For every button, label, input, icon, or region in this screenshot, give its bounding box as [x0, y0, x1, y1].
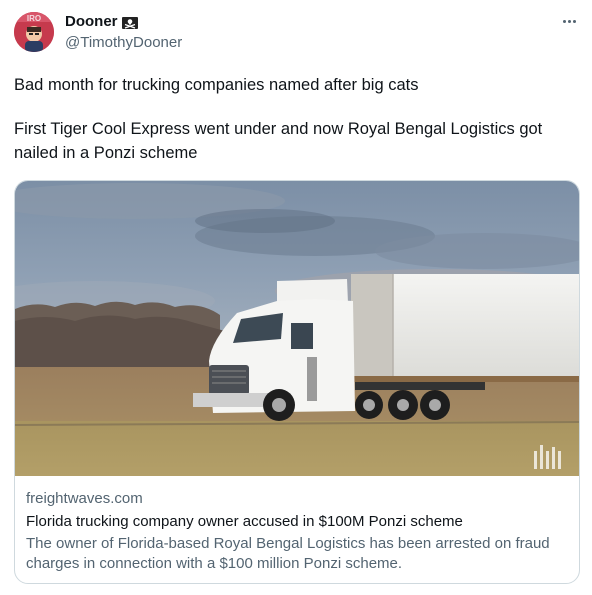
more-dots-icon [567, 19, 571, 23]
avatar[interactable]: IRO [14, 12, 54, 52]
card-info: freightwaves.com Florida trucking compan… [26, 490, 571, 574]
tweet: IRO Dooner @TimothyDooner Bad month for … [0, 0, 592, 595]
card-domain: freightwaves.com [26, 490, 143, 507]
author-display-name[interactable]: Dooner [65, 13, 118, 31]
pirate-flag-icon [121, 16, 138, 29]
semi-truck-photo[interactable] [15, 181, 579, 476]
author-handle[interactable]: @TimothyDooner [65, 34, 182, 52]
more-dots-icon [562, 19, 566, 23]
card-description: The owner of Florida-based Royal Bengal … [26, 535, 550, 572]
link-preview-card[interactable]: freightwaves.com Florida trucking compan… [14, 180, 580, 584]
more-dots-icon [572, 19, 576, 23]
author-name-row: Dooner [65, 13, 138, 31]
card-title: Florida trucking company owner accused i… [26, 513, 463, 530]
tweet-paragraph: First Tiger Cool Express went under and … [14, 120, 543, 162]
tweet-text: Bad month for trucking companies named a… [14, 73, 579, 185]
more-options-button[interactable] [558, 10, 580, 32]
tweet-paragraph: Bad month for trucking companies named a… [14, 76, 419, 94]
svg-text:IRO: IRO [27, 14, 41, 23]
